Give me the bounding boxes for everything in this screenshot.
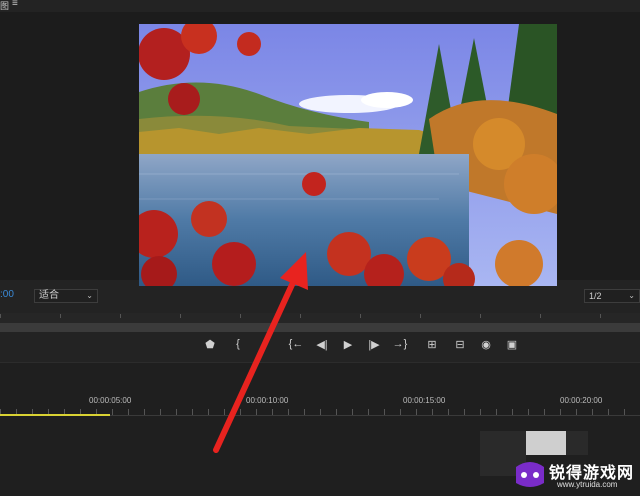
resolution-select[interactable]: 1/2 ⌄ xyxy=(584,289,640,303)
ruler-tick xyxy=(528,409,529,415)
timeline-label: 00:00:10:00 xyxy=(246,396,289,405)
ruler-tick xyxy=(448,409,449,415)
timeline-label: 00:00:20:00 xyxy=(560,396,603,405)
ruler-tick xyxy=(304,409,305,415)
marker-icon[interactable]: ⬟ xyxy=(202,336,218,352)
step-back-icon[interactable]: ◀| xyxy=(314,336,330,352)
resolution-value: 1/2 xyxy=(589,291,602,301)
overwrite-icon[interactable]: ⊟ xyxy=(452,336,468,352)
ruler-tick xyxy=(432,409,433,415)
timeline-label: 00:00:15:00 xyxy=(403,396,446,405)
ruler-tick xyxy=(180,314,181,318)
ruler-tick xyxy=(464,409,465,415)
ruler-tick xyxy=(240,409,241,415)
ruler-tick xyxy=(144,409,145,415)
ruler-tick xyxy=(128,409,129,415)
zoom-fit-value: 适合 xyxy=(39,290,59,301)
ruler-tick xyxy=(256,409,257,415)
gamepad-logo-icon xyxy=(516,462,544,487)
zoom-fit-select[interactable]: 适合 ⌄ xyxy=(34,289,98,303)
ruler-tick xyxy=(608,409,609,415)
panel-menu-icon[interactable]: ≡ xyxy=(12,0,18,9)
ruler-tick xyxy=(576,409,577,415)
step-forward-icon[interactable]: |▶ xyxy=(366,336,382,352)
ruler-tick xyxy=(368,409,369,415)
ruler-tick xyxy=(0,314,1,318)
ruler-tick xyxy=(400,409,401,415)
ruler-tick xyxy=(60,314,61,318)
ruler-tick xyxy=(480,409,481,415)
playhead-timecode[interactable]: :00 xyxy=(0,289,14,300)
ruler-tick xyxy=(320,409,321,415)
ruler-tick xyxy=(224,409,225,415)
play-icon[interactable]: ▶ xyxy=(340,336,356,352)
go-to-in-icon[interactable]: {← xyxy=(288,336,304,352)
ruler-tick xyxy=(600,314,601,318)
panel-title: 图 xyxy=(0,1,10,11)
ruler-tick xyxy=(420,314,421,318)
insert-icon[interactable]: ⊞ xyxy=(424,336,440,352)
timeline-clip[interactable] xyxy=(566,431,588,455)
ruler-tick xyxy=(416,409,417,415)
ruler-tick xyxy=(300,314,301,318)
watermark: 锐得游戏网 www.ytruida.com xyxy=(513,455,640,495)
monitor-scrollbar[interactable] xyxy=(0,323,640,332)
chevron-down-icon: ⌄ xyxy=(86,291,93,300)
compare-icon[interactable]: ▣ xyxy=(504,336,520,352)
ruler-tick xyxy=(272,409,273,415)
ruler-tick xyxy=(336,409,337,415)
ruler-tick xyxy=(240,314,241,318)
ruler-tick xyxy=(352,409,353,415)
ruler-tick xyxy=(560,409,561,415)
ruler-tick xyxy=(208,409,209,415)
ruler-tick xyxy=(360,314,361,318)
watermark-url: www.ytruida.com xyxy=(557,480,618,489)
ruler-tick xyxy=(160,409,161,415)
work-area-bar[interactable] xyxy=(0,414,110,416)
ruler-tick xyxy=(176,409,177,415)
chevron-down-icon: ⌄ xyxy=(628,291,635,300)
ruler-tick xyxy=(120,314,121,318)
ruler-tick xyxy=(540,314,541,318)
timeline-clip[interactable] xyxy=(526,431,566,455)
ruler-tick xyxy=(544,409,545,415)
go-to-out-icon[interactable]: →} xyxy=(392,336,408,352)
top-bar: 图 ≡ xyxy=(0,0,640,12)
camera-icon[interactable]: ◉ xyxy=(478,336,494,352)
ruler-tick xyxy=(496,409,497,415)
ruler-tick xyxy=(112,409,113,415)
video-preview xyxy=(139,24,557,286)
ruler-tick xyxy=(480,314,481,318)
timeline-label: 00:00:05:00 xyxy=(89,396,132,405)
ruler-tick xyxy=(384,409,385,415)
ruler-tick xyxy=(512,409,513,415)
ruler-tick xyxy=(192,409,193,415)
ruler-tick xyxy=(624,409,625,415)
ruler-tick xyxy=(592,409,593,415)
mark-in-icon[interactable]: { xyxy=(230,336,246,352)
monitor-ruler[interactable] xyxy=(0,313,640,323)
ruler-tick xyxy=(288,409,289,415)
